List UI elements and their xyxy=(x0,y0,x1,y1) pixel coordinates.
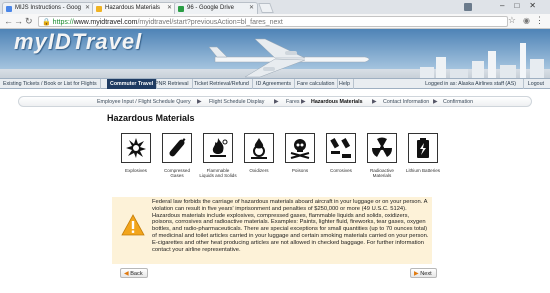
breadcrumb-step-employee-input: Employee Input / Flight Schedule Query xyxy=(97,99,191,105)
tab-ticket-retrieval[interactable]: Ticket Retrieval/Refund xyxy=(191,79,253,89)
myidtravel-favicon-icon xyxy=(96,6,102,12)
breadcrumb-step-confirmation: Confirmation xyxy=(443,99,474,105)
next-button[interactable]: ▶ Next xyxy=(410,268,437,278)
flammable-icon xyxy=(203,133,233,163)
hazard-label-lithium-batteries: Lithium Batteries xyxy=(405,168,441,173)
url-input[interactable]: 🔒 https://www.myidtravel.com/myidtravel/… xyxy=(38,16,508,27)
browser-tab-1[interactable]: MIJS Instructions - Goog ✕ xyxy=(2,2,94,14)
browser-menu-icon[interactable]: ⋮ xyxy=(535,15,544,26)
breadcrumb-arrow-icon: ▶ xyxy=(301,99,306,105)
site-logo[interactable]: myIDTravel xyxy=(14,29,142,55)
reload-icon[interactable]: ↻ xyxy=(25,16,33,27)
hazard-label-compressed-gases: Compressed Gases xyxy=(163,168,191,179)
oxidizer-icon xyxy=(244,133,274,163)
close-tab-icon[interactable]: ✕ xyxy=(167,4,172,11)
tab-fare-calculation[interactable]: Fare calculation xyxy=(294,79,339,89)
hazard-label-radioactive: Radioactive Materials xyxy=(369,168,394,179)
battery-icon xyxy=(408,133,438,163)
drive-favicon-icon xyxy=(178,6,184,12)
tab-help[interactable]: Help xyxy=(336,79,354,89)
hazard-label-oxidizers: Oxidizers xyxy=(249,168,269,173)
corrosive-icon xyxy=(326,133,356,163)
main-nav-bar: Existing Tickets / Book or List for Flig… xyxy=(0,78,550,89)
page-title: Hazardous Materials xyxy=(107,113,195,123)
window-controls[interactable]: –□✕ xyxy=(500,1,546,10)
breadcrumb-arrow-icon: ▶ xyxy=(274,99,279,105)
browser-tab-3[interactable]: 96 - Google Drive ✕ xyxy=(174,2,258,14)
poison-icon xyxy=(285,133,315,163)
close-tab-icon[interactable]: ✕ xyxy=(85,4,90,11)
breadcrumb-step-schedule-display: Flight Schedule Display xyxy=(209,99,265,105)
tab-commuter-travel[interactable]: Commuter Travel xyxy=(107,79,158,89)
user-profile-icon[interactable] xyxy=(464,3,472,11)
breadcrumb: Employee Input / Flight Schedule Query ▶… xyxy=(18,96,532,107)
compressed-gas-icon xyxy=(162,133,192,163)
breadcrumb-arrow-icon: ▶ xyxy=(372,99,377,105)
breadcrumb-arrow-icon: ▶ xyxy=(433,99,438,105)
explosives-icon xyxy=(121,133,151,163)
lock-icon: 🔒 xyxy=(42,19,51,26)
left-arrow-icon: ◀ xyxy=(124,271,129,277)
address-bar-row: ← → ↻ 🔒 https://www.myidtravel.com/myidt… xyxy=(0,14,550,29)
extension-icon[interactable]: ◉ xyxy=(523,16,530,25)
back-arrow-icon[interactable]: ← xyxy=(4,16,13,26)
logged-in-status: Logged in as: Alaska Airlines staff (AS) xyxy=(425,81,516,87)
airplane-illustration xyxy=(208,38,370,78)
breadcrumb-step-contact-info: Contact Information xyxy=(383,99,430,105)
browser-tab-2[interactable]: Hazardous Materials ✕ xyxy=(92,2,176,14)
breadcrumb-step-fares: Fares xyxy=(286,99,300,105)
tab-id-agreements[interactable]: ID Agreements xyxy=(253,79,296,89)
browser-tab-bar: MIJS Instructions - Goog ✕ Hazardous Mat… xyxy=(0,0,550,14)
warning-icon xyxy=(121,214,145,236)
new-tab-button[interactable] xyxy=(258,3,274,13)
hazmat-warning-notice: Federal law forbids the carriage of haza… xyxy=(112,197,432,264)
docs-favicon-icon xyxy=(6,6,12,12)
warning-text: Federal law forbids the carriage of haza… xyxy=(152,199,429,253)
breadcrumb-arrow-icon: ▶ xyxy=(197,99,202,105)
logout-link[interactable]: Logout xyxy=(522,79,548,89)
back-button[interactable]: ◀ Back xyxy=(120,268,148,278)
breadcrumb-step-hazardous-materials: Hazardous Materials xyxy=(311,99,363,105)
bookmark-star-icon[interactable]: ☆ xyxy=(508,15,516,26)
radioactive-icon xyxy=(367,133,397,163)
hazard-label-flammable: Flammable Liquids and Solids xyxy=(199,168,237,179)
hazard-label-corrosives: Corrosives xyxy=(330,168,352,173)
right-arrow-icon: ▶ xyxy=(414,271,419,277)
forward-arrow-icon[interactable]: → xyxy=(14,16,23,26)
hazard-label-explosives: Explosives xyxy=(125,168,147,173)
close-tab-icon[interactable]: ✕ xyxy=(249,4,254,11)
tab-existing-tickets[interactable]: Existing Tickets / Book or List for Flig… xyxy=(0,79,101,89)
hazard-label-poisons: Poisons xyxy=(291,168,309,173)
tab-pnr-retrieval[interactable]: PNR Retrieval xyxy=(152,79,193,89)
